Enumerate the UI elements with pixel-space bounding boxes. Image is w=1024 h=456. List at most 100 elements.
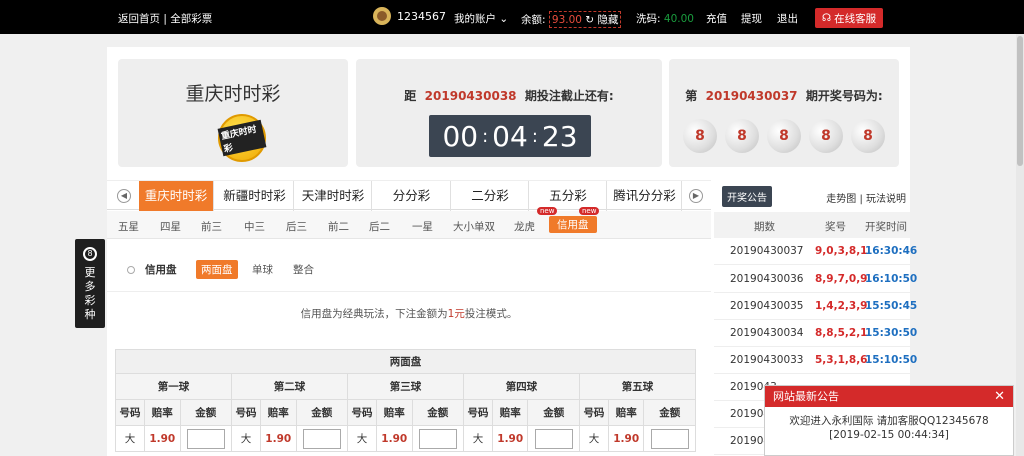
online-service-button[interactable]: ☊ 在线客服 [815,8,883,28]
col-odds: 赔率 [491,399,529,426]
wash-code: 洗码: 40.00 [636,11,694,26]
countdown-timer: 00 : 04 : 23 [429,115,591,157]
countdown-period: 20190430038 [424,89,517,103]
subtab-1star[interactable]: 一星 [412,219,433,234]
bet-code: 大 [346,425,377,452]
eight-ball-icon: 8 [83,247,97,261]
mode-single-ball[interactable]: 单球 [252,262,273,277]
credit-modes: 信用盘 两面盘 单球 整合 [107,252,711,292]
row-period: 20190430036 [730,273,804,285]
divider: | [163,13,167,25]
ball-header: 第四球 [462,373,580,400]
right-arrow-icon[interactable]: ▶ [689,189,703,203]
bet-amount-input[interactable] [186,428,225,449]
row-period: 20190430037 [730,245,804,257]
chevron-down-icon: ⌄ [499,13,509,25]
col-odds: 赔率 [375,399,413,426]
popup-message: 欢迎进入永利国际 请加客服QQ12345678 [789,415,989,427]
trend-chart-link[interactable]: 走势图 [826,194,856,205]
popup-date: [2019-02-15 00:44:34] [829,429,949,441]
withdraw-link[interactable]: 提现 [741,11,762,26]
timer-colon: : [531,125,538,147]
subtab-dragon-tiger[interactable]: 龙虎 [514,219,535,234]
tab-xjssc[interactable]: 新疆时时彩 [216,181,294,211]
draw-period: 20190430037 [705,89,798,103]
timer-colon: : [482,125,489,147]
bet-amount-input[interactable] [650,428,689,449]
bet-code: 大 [114,425,146,452]
popup-title: 网站最新公告 [773,390,839,403]
hide-balance-button[interactable]: 隐藏 [597,14,618,26]
page-scrollbar[interactable] [1016,34,1024,456]
results-header: 期数 奖号 开奖时间 [714,212,910,238]
subtab-back3[interactable]: 后三 [286,219,307,234]
subtab-4star[interactable]: 四星 [160,219,181,234]
row-period: 20190430034 [730,327,804,339]
col-code: 号码 [230,399,262,426]
subtab-size-odd-even[interactable]: 大小单双 [453,219,495,234]
row-period: 20190430035 [730,300,804,312]
bet-odds: 1.90 [491,425,529,452]
deposit-link[interactable]: 充值 [706,11,727,26]
bet-table: 两面盘 第一球 第二球 第三球 第四球 第五球 号码 赔率 金额 号码 赔率 金额 号码… [114,349,697,452]
table-row: 大 1.90 大 1.90 大 1.90 大 1.90 大 1.90 [114,425,696,452]
tab-cqssc[interactable]: 重庆时时彩 [139,181,214,211]
bet-code: 大 [230,425,262,452]
subtab-front3[interactable]: 前三 [201,219,222,234]
user-info[interactable]: 1234567 [373,7,446,25]
bet-amount-input[interactable] [302,428,341,449]
refresh-icon[interactable]: ↻ [585,14,594,26]
scrollbar-thumb[interactable] [1017,36,1023,166]
col-odds: 赔率 [144,399,181,426]
new-badge: new [537,207,558,215]
countdown-suffix: 期投注截止还有: [524,89,614,103]
description-highlight: 1元 [447,308,465,320]
tab-tjssc[interactable]: 天津时时彩 [295,181,372,211]
side-links: 走势图 | 玩法说明 [826,190,906,205]
col-code: 号码 [462,399,493,426]
table-row: 20190430035 1,4,2,3,9 15:50:45 [714,293,917,320]
top-navigation-bar: 返回首页 | 全部彩票 1234567 我的账户 ⌄ 余额: 93.00 ↻ 隐… [0,0,1024,34]
subtab-credit[interactable]: 信用盘 [549,216,597,233]
bet-amount-input[interactable] [534,428,573,449]
row-numbers: 8,9,7,0,9 [815,273,868,285]
close-icon[interactable]: ✕ [994,386,1005,407]
bet-code: 大 [462,425,493,452]
subtab-back2[interactable]: 后二 [369,219,390,234]
tab-txffc[interactable]: 腾讯分分彩 [608,181,682,211]
col-code: 号码 [114,399,146,426]
all-games-link[interactable]: 全部彩票 [170,13,212,25]
popup-header: 网站最新公告 ✕ [765,386,1013,407]
notice-popup: 网站最新公告 ✕ 欢迎进入永利国际 请加客服QQ12345678 [2019-0… [764,385,1014,456]
tab-efc[interactable]: 二分彩 [452,181,529,211]
mode-two-sides[interactable]: 两面盘 [196,260,238,279]
draw-notice-button[interactable]: 开奖公告 [722,186,772,207]
row-time: 15:10:50 [865,354,918,366]
tab-ffc[interactable]: 分分彩 [373,181,451,211]
game-tabs: ◀ 重庆时时彩 新疆时时彩 天津时时彩 分分彩 二分彩 五分彩 腾讯分分彩 ▶ [107,180,711,211]
description-text: 信用盘为经典玩法，下注金额为 [300,308,448,320]
bet-odds: 1.90 [260,425,297,452]
subtab-5star[interactable]: 五星 [118,219,139,234]
new-badge: new [579,207,600,215]
subtab-front2[interactable]: 前二 [328,219,349,234]
modes-title: 信用盘 [145,264,177,276]
table-row: 20190430037 9,0,3,8,1 16:30:46 [714,238,917,265]
left-arrow-icon[interactable]: ◀ [117,189,131,203]
draw-suffix: 期开奖号码为: [805,89,883,103]
table-row: 20190430033 5,3,1,8,6 15:10:50 [714,347,917,374]
bet-amount-input[interactable] [418,428,457,449]
subtab-mid3[interactable]: 中三 [244,219,265,234]
rules-link[interactable]: 玩法说明 [866,194,906,205]
logout-link[interactable]: 退出 [777,11,798,26]
home-link[interactable]: 返回首页 [118,13,160,25]
row-numbers: 5,3,1,8,6 [815,354,868,366]
col-code: 号码 [346,399,377,426]
col-amount: 金额 [411,399,464,426]
my-account-menu[interactable]: 我的账户 ⌄ [454,11,508,26]
mode-combined[interactable]: 整合 [293,262,314,277]
top-left-links: 返回首页 | 全部彩票 [118,11,212,26]
col-amount: 金额 [295,399,348,426]
more-games-sidebar[interactable]: 8 更多彩种 [75,239,105,328]
header-time: 开奖时间 [865,221,907,233]
